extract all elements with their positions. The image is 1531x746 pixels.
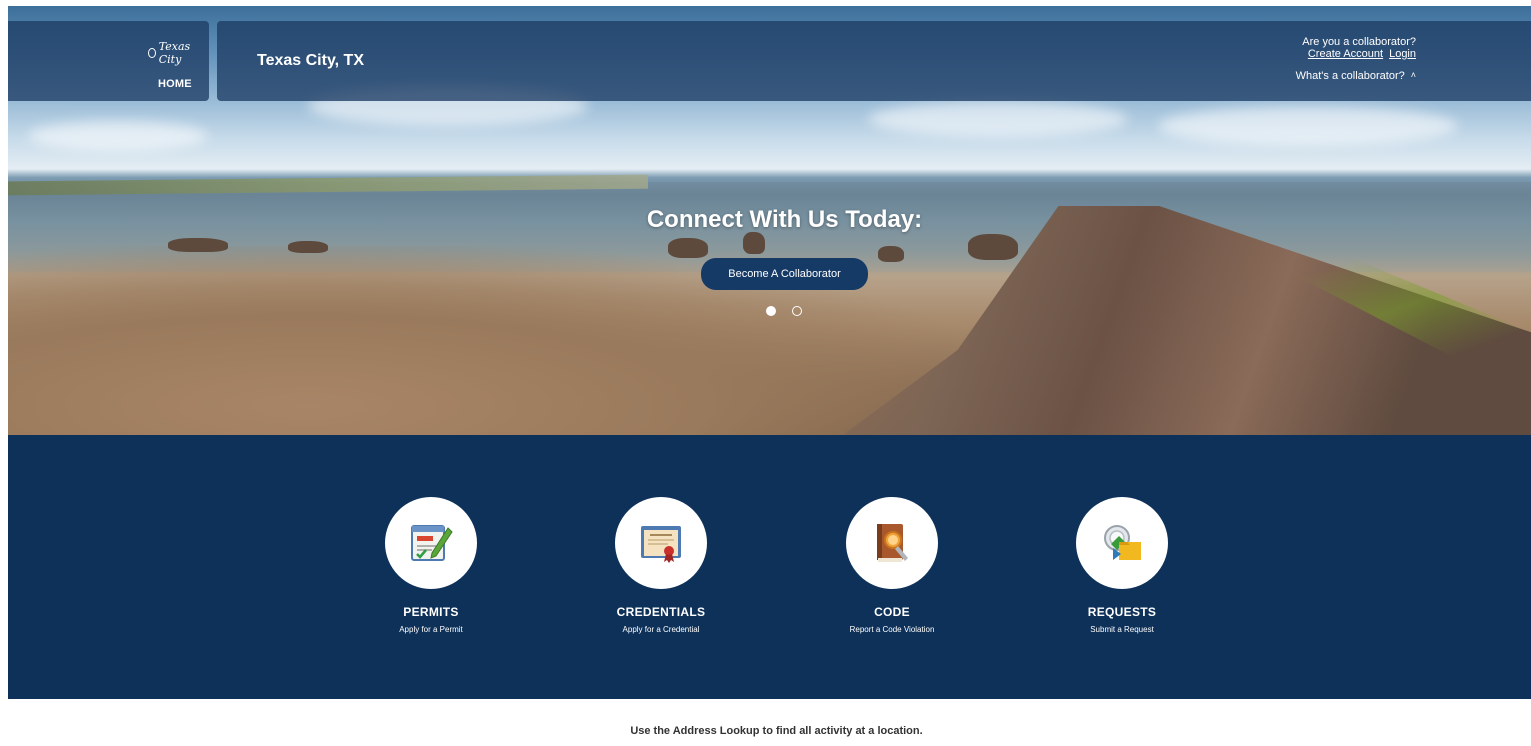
service-requests[interactable]: REQUESTS Submit a Request — [1042, 497, 1202, 634]
permit-icon — [411, 525, 453, 561]
service-subtitle: Apply for a Permit — [399, 625, 463, 634]
service-icon-circle — [1076, 497, 1168, 589]
cloud — [868, 101, 1128, 137]
rock — [288, 241, 328, 253]
carousel-dots — [766, 306, 802, 316]
service-subtitle: Apply for a Credential — [622, 625, 700, 634]
service-name: CREDENTIALS — [616, 605, 706, 619]
rock — [878, 246, 904, 262]
service-credentials[interactable]: CREDENTIALS Apply for a Credential — [581, 497, 741, 634]
hero-title: Connect With Us Today: — [646, 206, 923, 233]
cloud — [1158, 106, 1458, 146]
page-title: Texas City, TX — [257, 52, 364, 69]
code-book-icon — [877, 524, 908, 562]
service-name: REQUESTS — [1087, 605, 1157, 619]
service-permits[interactable]: PERMITS Apply for a Permit — [351, 497, 511, 634]
rock — [968, 234, 1018, 260]
cloud — [28, 121, 208, 151]
services-section: PERMITS Apply for a Permit CREDENTIALS A… — [8, 435, 1531, 699]
collaborator-question: Are you a collaborator? — [1302, 36, 1416, 48]
carousel-dot-2[interactable] — [792, 306, 802, 316]
service-subtitle: Report a Code Violation — [849, 625, 935, 634]
request-folder-icon — [1104, 525, 1141, 560]
service-icon-circle — [846, 497, 938, 589]
service-name: CODE — [874, 605, 910, 619]
header-bar: Texas City, TX Are you a collaborator? C… — [217, 21, 1531, 101]
become-collaborator-button[interactable]: Become A Collaborator — [701, 258, 868, 290]
rock — [168, 238, 228, 252]
service-code[interactable]: CODE Report a Code Violation — [812, 497, 972, 634]
service-subtitle: Submit a Request — [1090, 625, 1154, 634]
rock — [743, 232, 765, 254]
account-links: Create Account Login — [1296, 48, 1416, 60]
logo-home-box[interactable]: Texas City HOME — [8, 21, 209, 101]
create-account-link[interactable]: Create Account — [1308, 48, 1383, 60]
home-link[interactable]: HOME — [8, 78, 209, 90]
rock — [668, 238, 708, 258]
address-lookup-hint: Use the Address Lookup to find all activ… — [630, 725, 923, 737]
logo-text: Texas City — [158, 40, 191, 66]
login-link[interactable]: Login — [1389, 48, 1416, 60]
seal-icon — [148, 48, 156, 58]
collaborator-panel: Are you a collaborator? Create Account Lo… — [1296, 36, 1416, 82]
service-name: PERMITS — [403, 605, 459, 619]
service-icon-circle — [615, 497, 707, 589]
whats-collaborator-label: What's a collaborator? — [1295, 70, 1405, 82]
certificate-icon — [641, 526, 681, 563]
chevron-up-icon: ˄ — [1410, 70, 1416, 80]
carousel-dot-1[interactable] — [766, 306, 776, 316]
whats-collaborator-toggle[interactable]: What's a collaborator? ˄ — [1296, 70, 1416, 82]
city-logo: Texas City — [148, 40, 200, 66]
service-icon-circle — [385, 497, 477, 589]
